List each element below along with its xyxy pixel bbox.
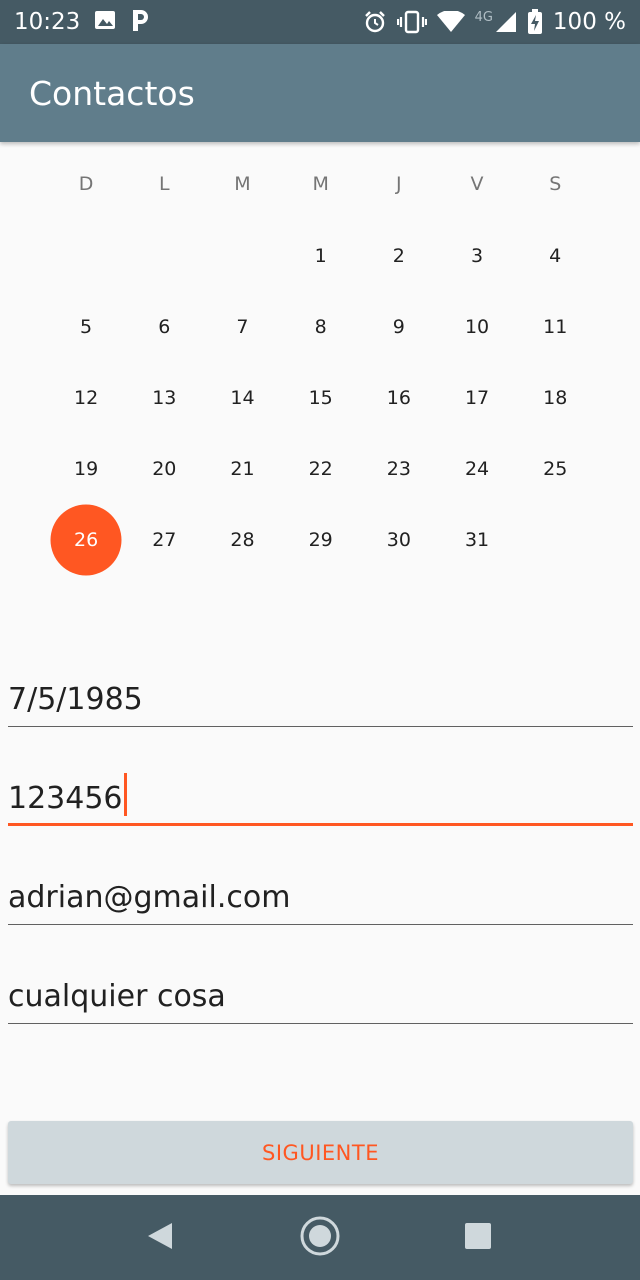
calendar-empty-cell xyxy=(125,220,203,291)
alarm-icon xyxy=(363,10,387,34)
calendar-day[interactable]: 11 xyxy=(516,291,594,362)
image-icon xyxy=(94,10,116,34)
signal-icon xyxy=(495,11,517,33)
phone-field[interactable]: 123456 xyxy=(8,770,633,826)
network-type: 4G xyxy=(474,9,493,25)
description-value: cualquier cosa xyxy=(8,979,226,1014)
calendar-week: 26 27 28 29 30 31 xyxy=(47,504,594,575)
birthdate-value: 7/5/1985 xyxy=(8,682,143,717)
calendar-day[interactable]: 7 xyxy=(203,291,281,362)
calendar-day[interactable]: 22 xyxy=(282,433,360,504)
birthdate-field[interactable]: 7/5/1985 xyxy=(8,671,633,727)
email-field[interactable]: adrian@gmail.com xyxy=(8,869,633,925)
navigation-bar xyxy=(0,1195,640,1280)
battery-charging-icon xyxy=(527,9,543,35)
battery-percentage: 100 % xyxy=(552,9,626,35)
calendar-day[interactable]: 3 xyxy=(438,220,516,291)
calendar-empty-cell xyxy=(516,504,594,575)
calendar-weekday-header: D L M M J V S xyxy=(47,150,594,220)
back-button[interactable] xyxy=(110,1195,210,1280)
calendar-week: 19 20 21 22 23 24 25 xyxy=(47,433,594,504)
calendar-day[interactable]: 9 xyxy=(360,291,438,362)
calendar-day[interactable]: 5 xyxy=(47,291,125,362)
calendar-day[interactable]: 28 xyxy=(203,504,281,575)
calendar-day[interactable]: 2 xyxy=(360,220,438,291)
text-cursor xyxy=(123,773,127,816)
vibrate-icon xyxy=(396,10,427,34)
status-bar: 10:23 4G 100 % xyxy=(0,0,640,44)
calendar-day[interactable]: 17 xyxy=(438,362,516,433)
next-button[interactable]: SIGUIENTE xyxy=(8,1121,633,1184)
weekday-label: L xyxy=(158,173,170,195)
calendar-day[interactable]: 6 xyxy=(125,291,203,362)
calendar-day[interactable]: 8 xyxy=(282,291,360,362)
calendar-day[interactable]: 29 xyxy=(282,504,360,575)
email-value: adrian@gmail.com xyxy=(8,880,291,915)
app-bar: Contactos xyxy=(0,44,640,142)
calendar-day[interactable]: 12 xyxy=(47,362,125,433)
weekday-label: D xyxy=(78,173,94,195)
phone-value: 123456 xyxy=(8,773,127,819)
calendar-day[interactable]: 25 xyxy=(516,433,594,504)
calendar-day[interactable]: 16 xyxy=(360,362,438,433)
calendar-day[interactable]: 18 xyxy=(516,362,594,433)
description-field[interactable]: cualquier cosa xyxy=(8,968,633,1024)
calendar-day[interactable]: 23 xyxy=(360,433,438,504)
recents-icon xyxy=(464,1222,492,1254)
calendar-day[interactable]: 1 xyxy=(282,220,360,291)
back-icon xyxy=(146,1221,174,1255)
calendar-day[interactable]: 30 xyxy=(360,504,438,575)
wifi-icon xyxy=(436,11,465,33)
calendar-week: 12 13 14 15 16 17 18 xyxy=(47,362,594,433)
recents-button[interactable] xyxy=(428,1195,528,1280)
calendar-empty-cell xyxy=(47,220,125,291)
calendar-day[interactable]: 31 xyxy=(438,504,516,575)
weekday-label: V xyxy=(470,173,484,195)
calendar-day[interactable]: 24 xyxy=(438,433,516,504)
calendar-day[interactable]: 13 xyxy=(125,362,203,433)
calendar-week: 5 6 7 8 9 10 11 xyxy=(47,291,594,362)
weekday-label: M xyxy=(234,173,251,195)
weekday-label: S xyxy=(549,173,562,195)
calendar-day[interactable]: 4 xyxy=(516,220,594,291)
home-button[interactable] xyxy=(270,1195,370,1280)
calendar-day-selected[interactable]: 26 xyxy=(47,504,125,575)
calendar-empty-cell xyxy=(203,220,281,291)
weekday-label: M xyxy=(312,173,329,195)
home-icon xyxy=(299,1215,341,1261)
weekday-label: J xyxy=(396,173,402,195)
calendar-week: 1 2 3 4 xyxy=(47,220,594,291)
calendar-day[interactable]: 15 xyxy=(282,362,360,433)
calendar-view: D L M M J V S 1 2 3 4 5 6 7 8 9 10 11 12… xyxy=(47,150,594,575)
calendar-day[interactable]: 14 xyxy=(203,362,281,433)
calendar-day[interactable]: 21 xyxy=(203,433,281,504)
calendar-day[interactable]: 10 xyxy=(438,291,516,362)
calendar-day[interactable]: 27 xyxy=(125,504,203,575)
page-title: Contactos xyxy=(29,73,195,113)
calendar-day[interactable]: 20 xyxy=(125,433,203,504)
calendar-day[interactable]: 19 xyxy=(47,433,125,504)
status-time: 10:23 xyxy=(14,9,81,35)
parking-icon xyxy=(130,8,150,36)
